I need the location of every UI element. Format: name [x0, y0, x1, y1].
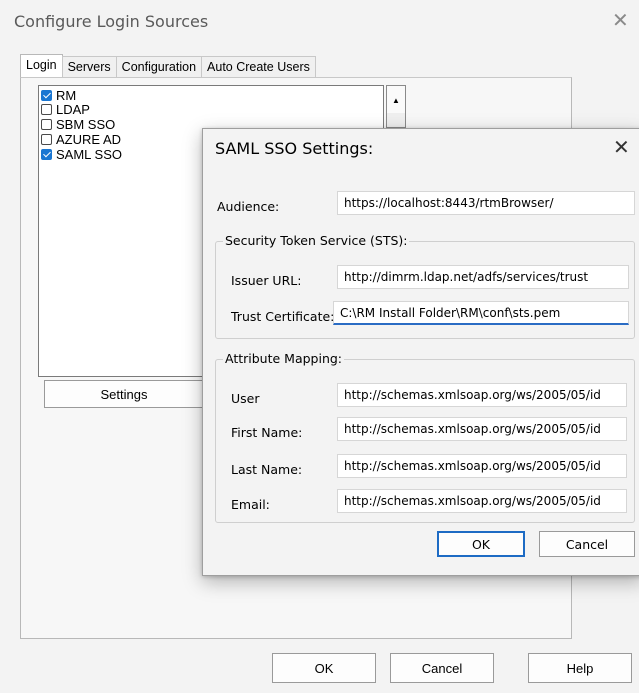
- first-name-field[interactable]: http://schemas.xmlsoap.org/ws/2005/05/id: [337, 417, 627, 441]
- trust-certificate-label: Trust Certificate:: [231, 309, 335, 324]
- checkbox-icon[interactable]: [41, 103, 52, 115]
- last-name-label: Last Name:: [231, 462, 303, 477]
- list-item-label: LDAP: [56, 101, 90, 117]
- dialog-title: SAML SSO Settings:: [215, 139, 374, 158]
- dialog-cancel-button[interactable]: Cancel: [539, 531, 635, 557]
- sts-group-label: Security Token Service (STS):: [223, 233, 410, 248]
- email-label: Email:: [231, 497, 270, 512]
- user-field[interactable]: http://schemas.xmlsoap.org/ws/2005/05/id: [337, 383, 627, 407]
- email-field[interactable]: http://schemas.xmlsoap.org/ws/2005/05/id: [337, 489, 627, 513]
- tab-login[interactable]: Login: [20, 54, 63, 78]
- attribute-mapping-label: Attribute Mapping:: [223, 351, 345, 366]
- checkbox-icon[interactable]: [41, 133, 52, 145]
- checkbox-icon[interactable]: [41, 148, 52, 160]
- close-icon[interactable]: ✕: [612, 8, 629, 33]
- checkbox-icon[interactable]: [41, 118, 52, 130]
- first-name-label: First Name:: [231, 425, 303, 440]
- settings-button[interactable]: Settings: [44, 380, 204, 408]
- cancel-button[interactable]: Cancel: [390, 653, 494, 683]
- close-icon[interactable]: ✕: [613, 135, 630, 160]
- list-item-label: AZURE AD: [56, 131, 122, 147]
- list-item-label: RM: [56, 87, 77, 103]
- trust-certificate-field[interactable]: C:\RM Install Folder\RM\conf\sts.pem: [333, 301, 629, 325]
- tab-auto-create-users[interactable]: Auto Create Users: [201, 56, 316, 78]
- tab-servers[interactable]: Servers: [61, 56, 117, 78]
- list-item-saml-sso[interactable]: SAML SSO: [41, 146, 122, 162]
- list-item-rm[interactable]: RM: [41, 87, 77, 103]
- scrollbar-track[interactable]: [386, 113, 406, 128]
- list-item-azure-ad[interactable]: AZURE AD: [41, 131, 122, 147]
- tab-bar: Login Servers Configuration Auto Create …: [20, 54, 316, 78]
- last-name-field[interactable]: http://schemas.xmlsoap.org/ws/2005/05/id: [337, 454, 627, 478]
- dialog-ok-button[interactable]: OK: [437, 531, 525, 557]
- list-item-sbm-sso[interactable]: SBM SSO: [41, 116, 116, 132]
- window-title: Configure Login Sources: [14, 12, 209, 31]
- list-item-label: SBM SSO: [56, 116, 116, 132]
- issuer-url-field[interactable]: http://dimrm.ldap.net/adfs/services/trus…: [337, 265, 629, 289]
- saml-sso-settings-dialog: SAML SSO Settings: ✕ Audience: https://l…: [202, 128, 639, 576]
- list-item-label: SAML SSO: [56, 146, 122, 162]
- issuer-url-label: Issuer URL:: [231, 273, 302, 288]
- help-button[interactable]: Help: [528, 653, 632, 683]
- audience-label: Audience:: [217, 199, 280, 214]
- list-item-ldap[interactable]: LDAP: [41, 101, 90, 117]
- tab-configuration[interactable]: Configuration: [115, 56, 203, 78]
- ok-button[interactable]: OK: [272, 653, 376, 683]
- user-label: User: [231, 391, 260, 406]
- scroll-up-arrow-icon[interactable]: ▲: [386, 85, 406, 115]
- checkbox-icon[interactable]: [41, 89, 52, 101]
- audience-field[interactable]: https://localhost:8443/rtmBrowser/: [337, 191, 635, 215]
